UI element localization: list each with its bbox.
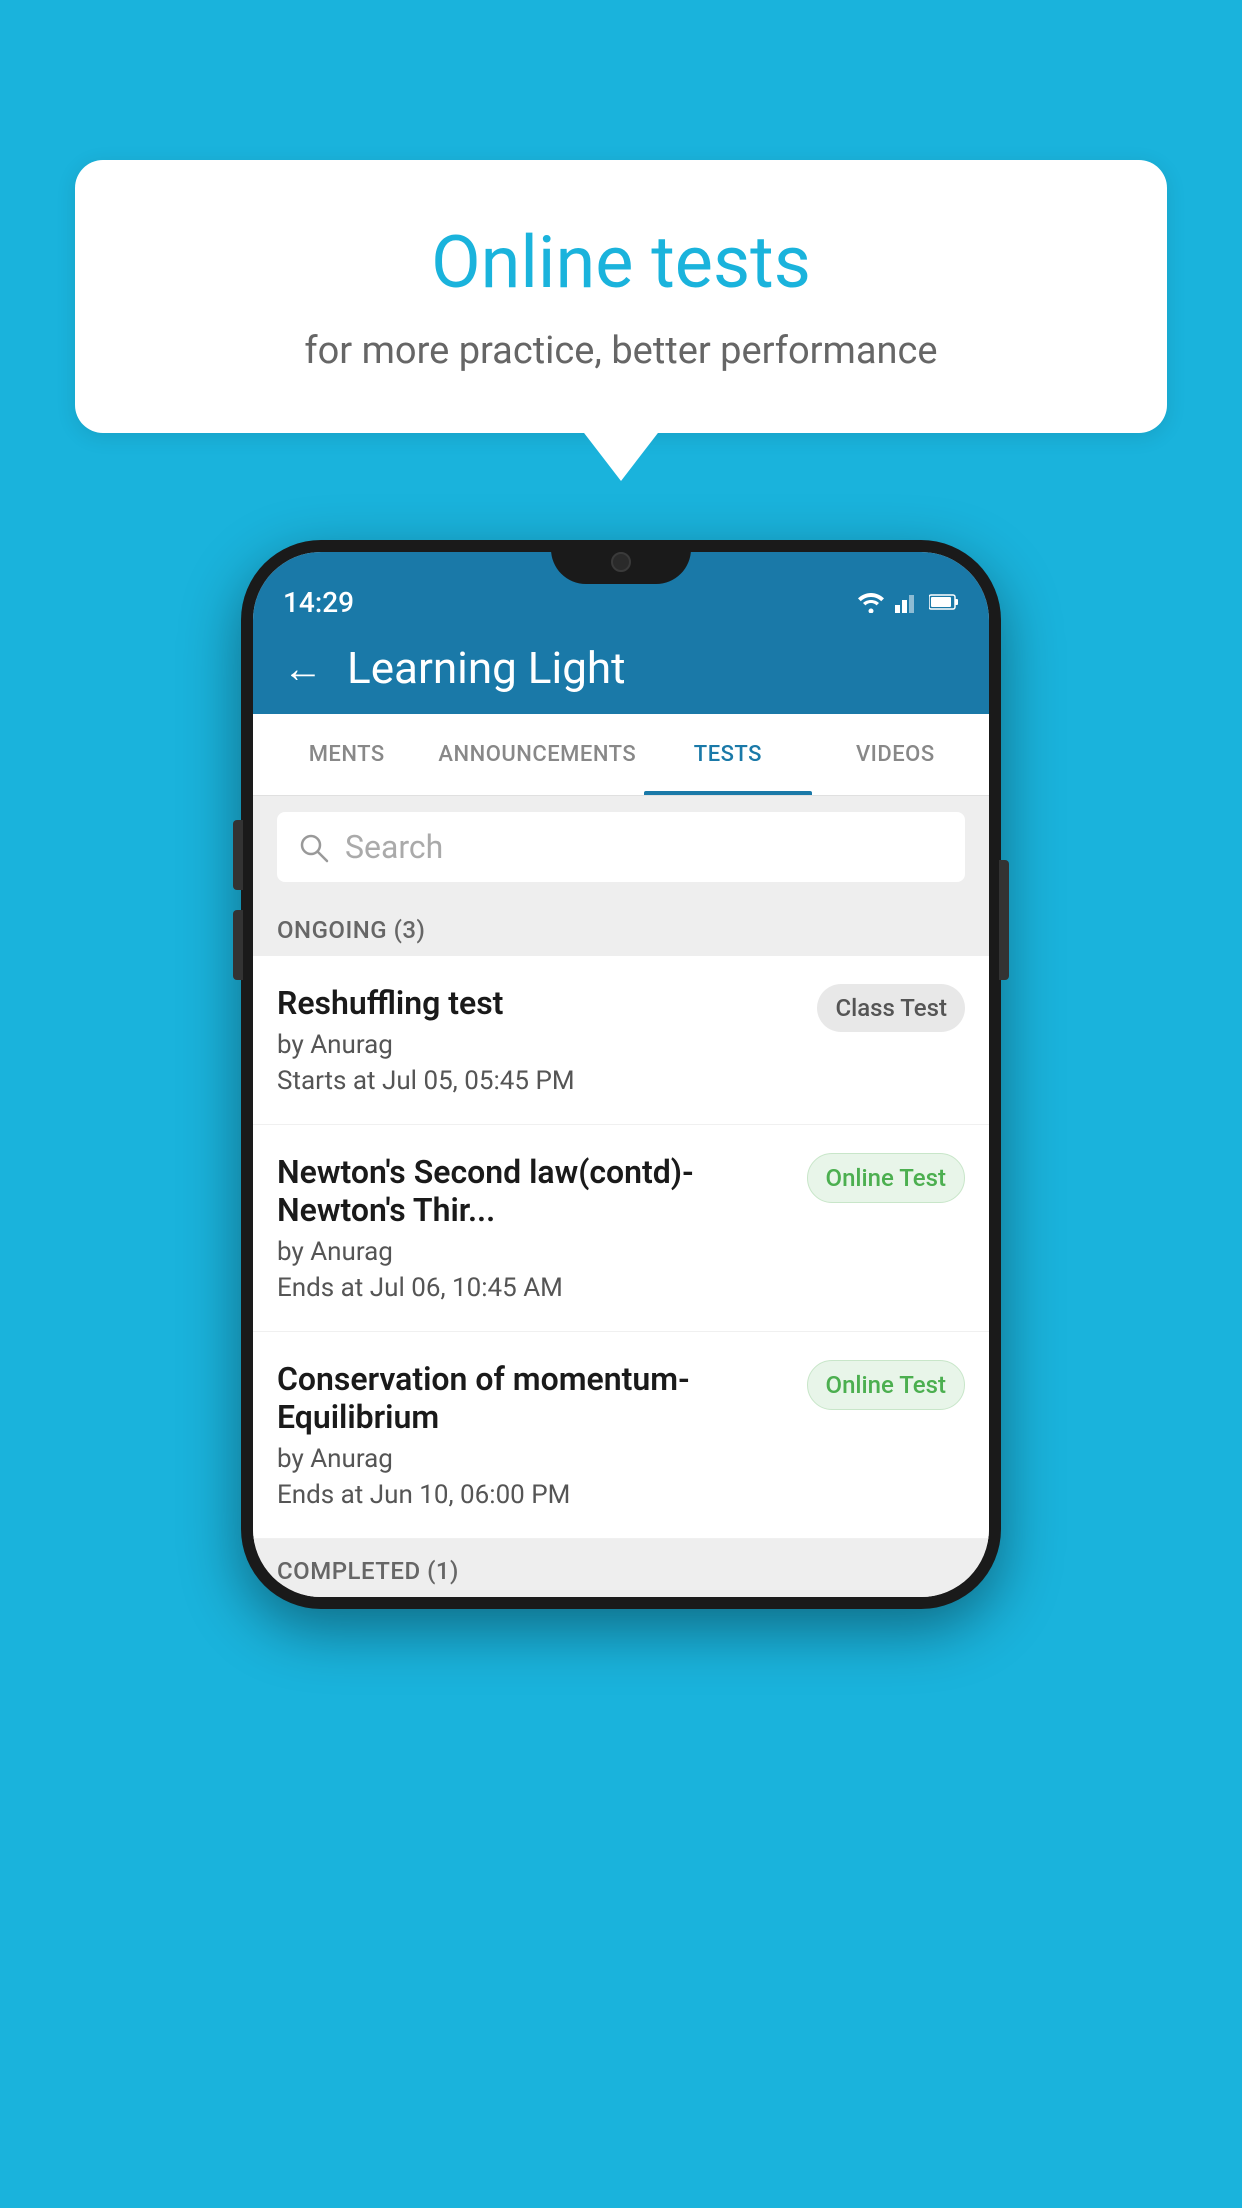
- app-title: Learning Light: [347, 642, 626, 694]
- test-info: Newton's Second law(contd)-Newton's Thir…: [277, 1153, 807, 1303]
- test-item[interactable]: Newton's Second law(contd)-Newton's Thir…: [253, 1125, 989, 1332]
- phone-wrapper: 14:29: [241, 540, 1001, 1609]
- speech-bubble-subtitle: for more practice, better performance: [155, 329, 1087, 373]
- tabs-container: MENTS ANNOUNCEMENTS TESTS VIDEOS: [253, 714, 989, 796]
- test-time: Ends at Jul 06, 10:45 AM: [277, 1273, 791, 1303]
- volume-up-button[interactable]: [233, 820, 243, 890]
- status-icons: [857, 591, 959, 613]
- search-container: Search: [253, 796, 989, 898]
- ongoing-section-header: ONGOING (3): [253, 898, 989, 956]
- test-author: by Anurag: [277, 1237, 791, 1267]
- test-time: Starts at Jul 05, 05:45 PM: [277, 1066, 801, 1096]
- phone-screen: 14:29: [253, 552, 989, 1597]
- status-bar: 14:29: [253, 552, 989, 622]
- test-info: Conservation of momentum-Equilibrium by …: [277, 1360, 807, 1510]
- signal-icon: [895, 591, 919, 613]
- test-info: Reshuffling test by Anurag Starts at Jul…: [277, 984, 817, 1096]
- wifi-icon: [857, 591, 885, 613]
- tab-videos[interactable]: VIDEOS: [812, 714, 979, 795]
- phone-frame: 14:29: [241, 540, 1001, 1609]
- test-title: Newton's Second law(contd)-Newton's Thir…: [277, 1153, 791, 1229]
- front-camera: [611, 552, 631, 572]
- test-title: Reshuffling test: [277, 984, 801, 1022]
- speech-bubble-title: Online tests: [155, 220, 1087, 305]
- back-button[interactable]: ←: [283, 645, 323, 692]
- notch: [551, 552, 691, 584]
- side-buttons-left: [233, 820, 243, 980]
- tab-ments[interactable]: MENTS: [263, 714, 430, 795]
- test-list: Reshuffling test by Anurag Starts at Jul…: [253, 956, 989, 1539]
- test-author: by Anurag: [277, 1444, 791, 1474]
- app-bar: ← Learning Light: [253, 622, 989, 714]
- test-time: Ends at Jun 10, 06:00 PM: [277, 1480, 791, 1510]
- test-author: by Anurag: [277, 1030, 801, 1060]
- speech-bubble-container: Online tests for more practice, better p…: [75, 160, 1167, 433]
- search-input-placeholder[interactable]: Search: [345, 828, 443, 866]
- search-bar[interactable]: Search: [277, 812, 965, 882]
- tab-announcements[interactable]: ANNOUNCEMENTS: [430, 714, 644, 795]
- test-item[interactable]: Reshuffling test by Anurag Starts at Jul…: [253, 956, 989, 1125]
- test-badge-online: Online Test: [807, 1360, 965, 1410]
- volume-down-button[interactable]: [233, 910, 243, 980]
- test-badge-online: Online Test: [807, 1153, 965, 1203]
- status-time: 14:29: [283, 586, 354, 619]
- test-badge-class: Class Test: [817, 984, 965, 1032]
- test-item[interactable]: Conservation of momentum-Equilibrium by …: [253, 1332, 989, 1539]
- search-icon: [297, 831, 329, 863]
- completed-section-header: COMPLETED (1): [253, 1539, 989, 1597]
- power-button[interactable]: [999, 860, 1009, 980]
- test-title: Conservation of momentum-Equilibrium: [277, 1360, 791, 1436]
- tab-tests[interactable]: TESTS: [644, 714, 811, 795]
- side-buttons-right: [999, 860, 1009, 980]
- speech-bubble: Online tests for more practice, better p…: [75, 160, 1167, 433]
- battery-icon: [929, 593, 959, 611]
